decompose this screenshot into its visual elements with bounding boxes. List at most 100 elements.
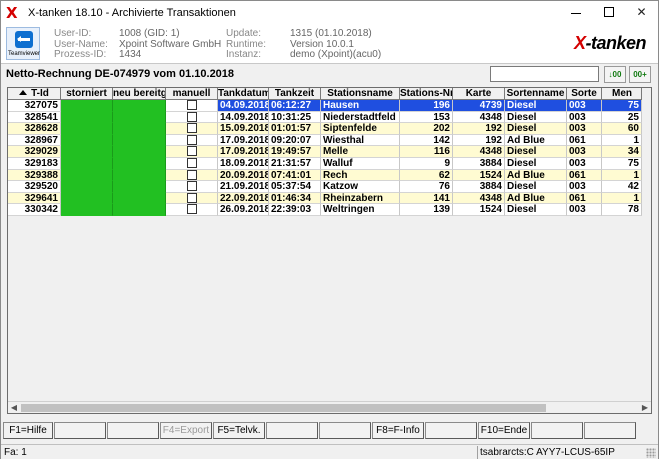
cell-storniert[interactable]	[61, 111, 113, 124]
col-header-tankdatum[interactable]: Tankdatum	[218, 88, 269, 100]
cell-menge[interactable]: 1	[602, 134, 642, 147]
cell-tankzeit[interactable]: 19:49:57	[269, 146, 321, 158]
cell-manuell[interactable]	[166, 169, 218, 182]
cell-sortenname[interactable]: Diesel	[505, 204, 567, 216]
cell-tankdatum[interactable]: 15.09.2018	[218, 123, 269, 135]
cell-tankdatum[interactable]: 17.09.2018	[218, 146, 269, 158]
fkey-f8-button[interactable]: F8=F-Info	[372, 422, 424, 439]
cell-stations-nr[interactable]: 116	[400, 146, 453, 158]
cell-menge[interactable]: 42	[602, 181, 642, 193]
cell-storniert[interactable]	[61, 146, 113, 158]
cell-neu-bereitgestellt[interactable]	[113, 157, 166, 170]
manuell-checkbox[interactable]	[186, 157, 197, 168]
cell-stationsname[interactable]: Walluf	[321, 157, 400, 170]
col-header-storniert[interactable]: storniert	[61, 88, 113, 100]
cell-storniert[interactable]	[61, 204, 113, 216]
maximize-button[interactable]	[592, 1, 625, 23]
cell-storniert[interactable]	[61, 192, 113, 205]
cell-stationsname[interactable]: Siptenfelde	[321, 123, 400, 135]
cell-tankdatum[interactable]: 22.09.2018	[218, 192, 269, 205]
col-header-sorte[interactable]: Sorte	[567, 88, 602, 100]
table-row[interactable]: 329388 20.09.2018 07:41:01 Rech 62 1524 Ad Blu…	[8, 169, 642, 182]
table-row[interactable]: 328967 17.09.2018 09:20:07 Wiesthal 142 192 Ad…	[8, 134, 642, 147]
cell-stations-nr[interactable]: 141	[400, 192, 453, 205]
cell-menge[interactable]: 1	[602, 192, 642, 205]
cell-sorte[interactable]: 061	[567, 192, 602, 205]
fkey-empty-button[interactable]	[319, 422, 371, 439]
transactions-grid[interactable]: T-Id storniert neu bereitge manuell Tank…	[7, 87, 652, 414]
cell-sorte[interactable]: 003	[567, 146, 602, 158]
manuell-checkbox[interactable]	[186, 111, 197, 122]
cell-sortenname[interactable]: Diesel	[505, 111, 567, 124]
cell-karte[interactable]: 192	[453, 134, 505, 147]
cell-sorte[interactable]: 003	[567, 204, 602, 216]
cell-storniert[interactable]	[61, 157, 113, 170]
cell-stations-nr[interactable]: 139	[400, 204, 453, 216]
scrollbar-thumb[interactable]	[21, 404, 546, 412]
manuell-checkbox[interactable]	[186, 123, 197, 134]
cell-stationsname[interactable]: Niederstadtfeld	[321, 111, 400, 124]
cell-stationsname[interactable]: Katzow	[321, 181, 400, 193]
cell-tankzeit[interactable]: 09:20:07	[269, 134, 321, 147]
cell-tid[interactable]: 328541	[8, 111, 61, 124]
col-header-tid[interactable]: T-Id	[8, 88, 61, 100]
cell-stations-nr[interactable]: 196	[400, 100, 453, 112]
cell-tankdatum[interactable]: 21.09.2018	[218, 181, 269, 193]
teamviewer-button[interactable]: Teamviewer	[6, 27, 40, 60]
fkey-f4-button[interactable]: F4=Export	[160, 422, 212, 439]
table-row[interactable]: 329520 21.09.2018 05:37:54 Katzow 76 3884 Dies…	[8, 181, 642, 193]
cell-sortenname[interactable]: Diesel	[505, 123, 567, 135]
manuell-checkbox[interactable]	[186, 134, 197, 145]
cell-karte[interactable]: 4348	[453, 192, 505, 205]
cell-karte[interactable]: 1524	[453, 169, 505, 182]
cell-menge[interactable]: 34	[602, 146, 642, 158]
minimize-button[interactable]	[559, 1, 592, 23]
cell-sorte[interactable]: 003	[567, 181, 602, 193]
fkey-empty-button[interactable]	[266, 422, 318, 439]
cell-sortenname[interactable]: Diesel	[505, 181, 567, 193]
fkey-empty-button[interactable]	[425, 422, 477, 439]
cell-neu-bereitgestellt[interactable]	[113, 204, 166, 216]
table-row[interactable]: 328541 14.09.2018 10:31:25 Niederstadtfeld 1…	[8, 111, 642, 124]
table-row[interactable]: 329183 18.09.2018 21:31:57 Walluf 9 3884 Diese…	[8, 157, 642, 170]
cell-storniert[interactable]	[61, 100, 113, 112]
manuell-checkbox[interactable]	[186, 204, 197, 215]
cell-stations-nr[interactable]: 62	[400, 169, 453, 182]
col-header-sortenname[interactable]: Sortenname	[505, 88, 567, 100]
cell-tankdatum[interactable]: 14.09.2018	[218, 111, 269, 124]
cell-menge[interactable]: 75	[602, 157, 642, 170]
add-button[interactable]: 00+	[629, 66, 651, 83]
cell-stationsname[interactable]: Rheinzabern	[321, 192, 400, 205]
close-button[interactable]: ✕	[625, 1, 658, 23]
cell-tid[interactable]: 329641	[8, 192, 61, 205]
cell-sortenname[interactable]: Ad Blue	[505, 192, 567, 205]
cell-karte[interactable]: 3884	[453, 157, 505, 170]
table-row[interactable]: 329029 17.09.2018 19:49:57 Melle 116 4348 Dies…	[8, 146, 642, 158]
cell-sortenname[interactable]: Ad Blue	[505, 134, 567, 147]
cell-tankdatum[interactable]: 26.09.2018	[218, 204, 269, 216]
cell-manuell[interactable]	[166, 100, 218, 112]
cell-manuell[interactable]	[166, 111, 218, 124]
manuell-checkbox[interactable]	[186, 100, 197, 110]
cell-stationsname[interactable]: Rech	[321, 169, 400, 182]
table-row[interactable]: 328628 15.09.2018 01:01:57 Siptenfelde 202 19…	[8, 123, 642, 135]
cell-manuell[interactable]	[166, 146, 218, 158]
cell-tankzeit[interactable]: 21:31:57	[269, 157, 321, 170]
cell-neu-bereitgestellt[interactable]	[113, 123, 166, 135]
manuell-checkbox[interactable]	[186, 192, 197, 203]
cell-karte[interactable]: 3884	[453, 181, 505, 193]
horizontal-scrollbar[interactable]: ◀ ▶	[8, 401, 651, 413]
table-row[interactable]: 329641 22.09.2018 01:46:34 Rheinzabern 141 43…	[8, 192, 642, 205]
cell-sorte[interactable]: 003	[567, 157, 602, 170]
cell-stations-nr[interactable]: 153	[400, 111, 453, 124]
table-row[interactable]: 330342 26.09.2018 22:39:03 Weltringen 139 152…	[8, 204, 642, 216]
cell-tankzeit[interactable]: 06:12:27	[269, 100, 321, 112]
cell-sortenname[interactable]: Ad Blue	[505, 169, 567, 182]
cell-tankzeit[interactable]: 10:31:25	[269, 111, 321, 124]
col-header-tankzeit[interactable]: Tankzeit	[269, 88, 321, 100]
cell-neu-bereitgestellt[interactable]	[113, 169, 166, 182]
cell-storniert[interactable]	[61, 169, 113, 182]
cell-tid[interactable]: 327075	[8, 100, 61, 112]
cell-karte[interactable]: 1524	[453, 204, 505, 216]
fkey-empty-button[interactable]	[107, 422, 159, 439]
